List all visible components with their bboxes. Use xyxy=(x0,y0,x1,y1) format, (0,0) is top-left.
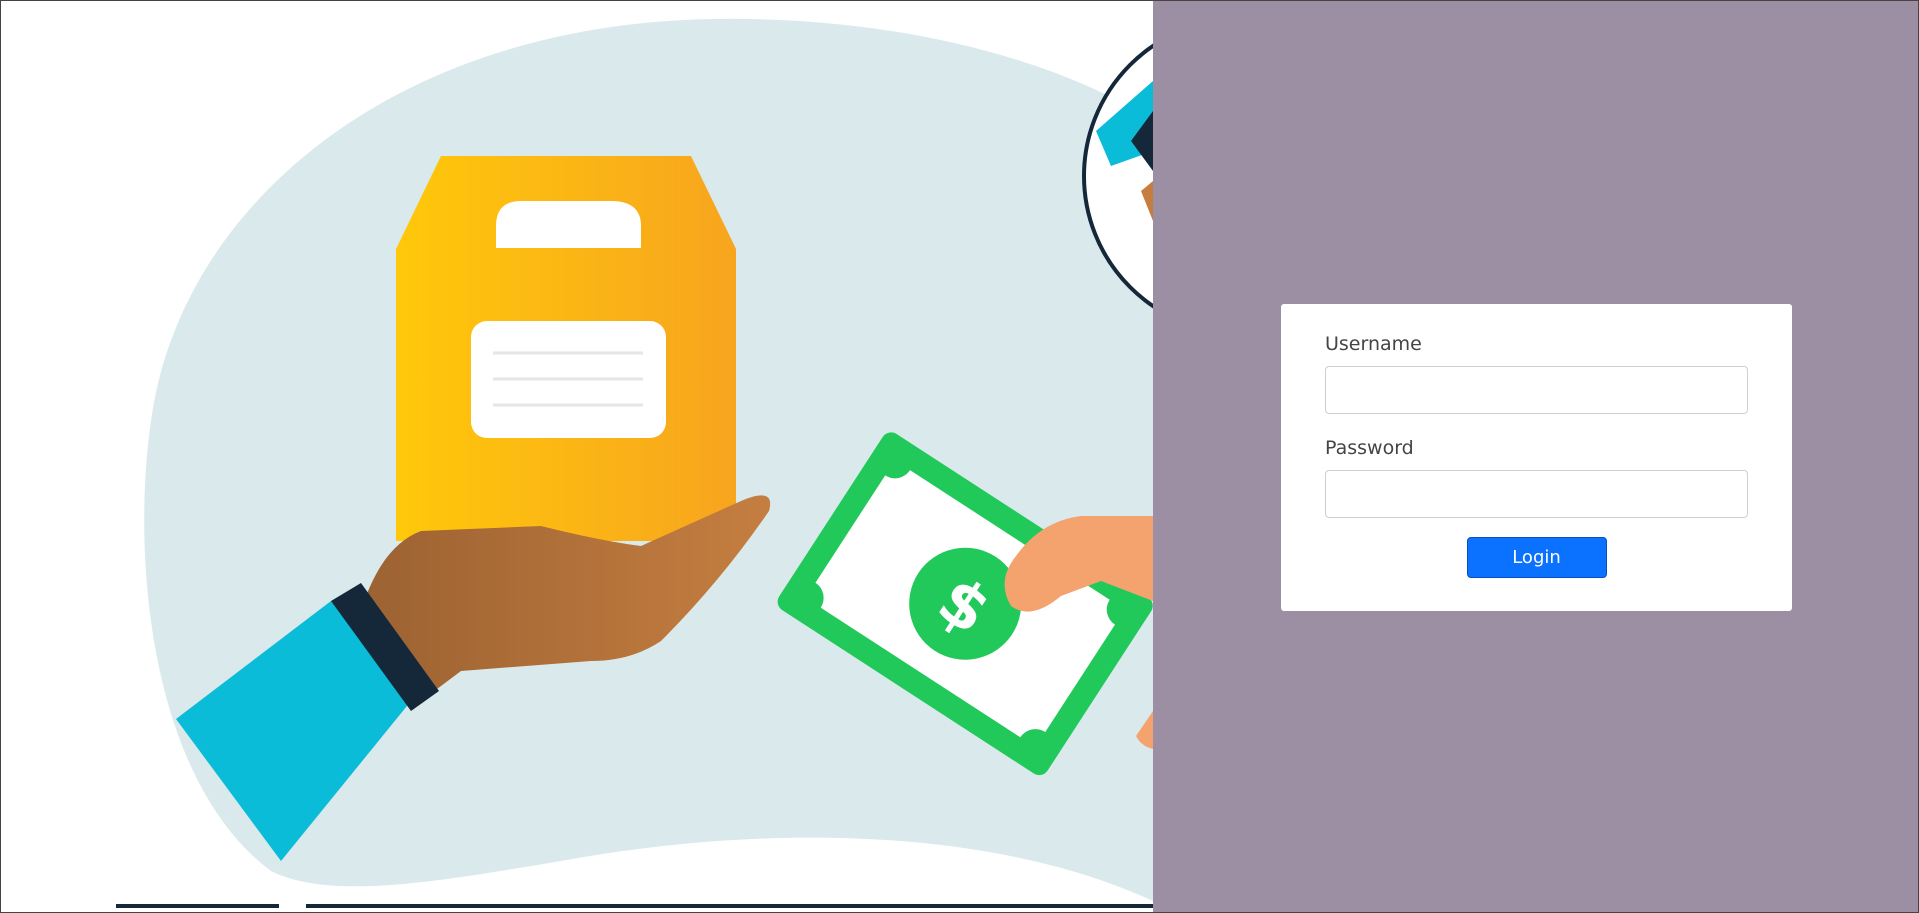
username-label: Username xyxy=(1325,333,1422,355)
login-button-row: Login xyxy=(1325,537,1748,578)
login-card: Username Password Login xyxy=(1281,304,1792,611)
package-box-icon xyxy=(396,156,736,541)
login-side-panel: Username Password Login xyxy=(1153,1,1918,912)
login-page: $ Username Password Login xyxy=(0,0,1919,913)
password-label: Password xyxy=(1325,437,1414,459)
box-for-money-illustration: $ xyxy=(116,18,1153,908)
username-input[interactable] xyxy=(1325,366,1748,414)
password-input[interactable] xyxy=(1325,470,1748,518)
login-button[interactable]: Login xyxy=(1466,537,1607,578)
hero-illustration: $ xyxy=(1,1,1153,912)
